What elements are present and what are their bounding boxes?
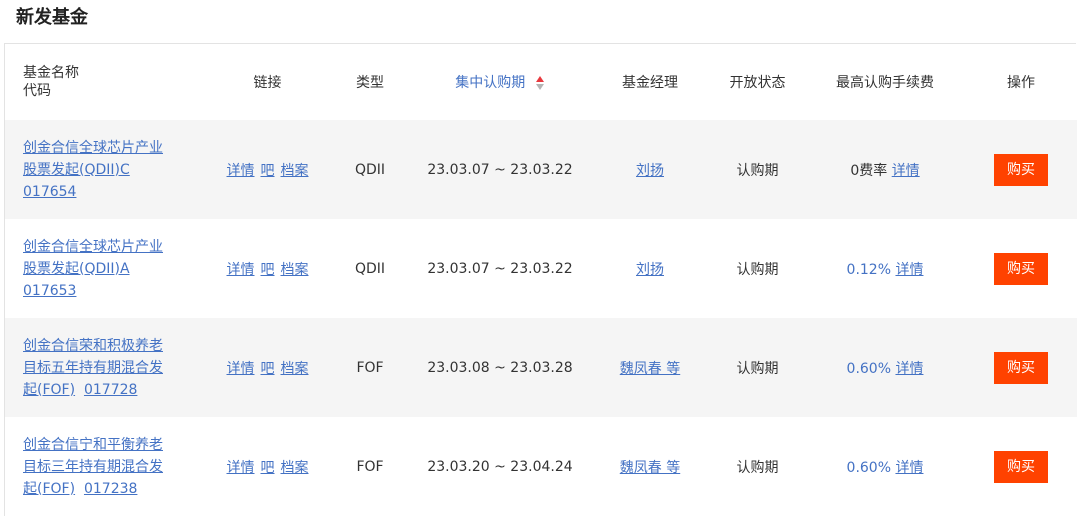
subscription-period: 23.03.07 ~ 23.03.22	[427, 161, 573, 178]
manager-link[interactable]: 魏凤春 等	[620, 361, 680, 377]
buy-button[interactable]: 购买	[994, 351, 1048, 384]
col-header-status: 开放状态	[729, 75, 786, 91]
fee-value: 0.12%	[846, 261, 892, 278]
subscription-period: 23.03.20 ~ 23.04.24	[427, 458, 573, 475]
open-status: 认购期	[736, 459, 779, 476]
fee-details-link[interactable]: 详情	[895, 361, 923, 377]
table-row: 创金合信荣和积极养老 目标五年持有期混合发 起(FOF) 017728 详情吧档案 …	[5, 318, 1077, 417]
table-row: 创金合信全球芯片产业 股票发起(QDII)C 017654 详情吧档案 QDII 2…	[5, 120, 1077, 219]
fund-name-line[interactable]: 股票发起(QDII)C	[23, 162, 130, 178]
fund-links-cell: 详情吧档案	[205, 219, 330, 318]
buy-button[interactable]: 购买	[994, 153, 1048, 186]
table-row: 创金合信全球芯片产业 股票发起(QDII)A 017653 详情吧档案 QDII 2…	[5, 219, 1077, 318]
fund-code[interactable]: 017238	[84, 481, 137, 497]
archive-link[interactable]: 档案	[281, 361, 309, 377]
manager-cell: 刘扬	[590, 120, 710, 219]
details-link[interactable]: 详情	[227, 460, 255, 476]
fee-cell: 0.12% 详情	[805, 219, 965, 318]
manager-link[interactable]: 刘扬	[636, 262, 664, 278]
col-header-links: 链接	[253, 75, 282, 91]
details-link[interactable]: 详情	[227, 163, 255, 179]
col-header-code-label: 代码	[23, 83, 51, 99]
fund-links-cell: 详情吧档案	[205, 417, 330, 516]
fund-name-line[interactable]: 创金合信全球芯片产业	[23, 140, 163, 156]
fund-type: QDII	[354, 161, 386, 178]
subscription-period: 23.03.08 ~ 23.03.28	[427, 359, 573, 376]
fee-details-link[interactable]: 详情	[895, 460, 923, 476]
fee-value: 0.60%	[846, 360, 892, 377]
fund-name-line[interactable]: 目标五年持有期混合发	[23, 360, 163, 376]
col-header-name-label: 基金名称	[23, 65, 79, 81]
open-status: 认购期	[736, 360, 779, 377]
fund-type: FOF	[356, 359, 384, 376]
col-header-type: 类型	[356, 75, 384, 91]
action-cell: 购买	[965, 417, 1077, 516]
fee-value: 0.60%	[846, 459, 892, 476]
manager-cell: 魏凤春 等	[590, 318, 710, 417]
col-header-period-label[interactable]: 集中认购期	[455, 75, 525, 91]
col-header-fee: 最高认购手续费	[836, 75, 934, 91]
fund-name-line[interactable]: 创金合信宁和平衡养老	[23, 437, 163, 453]
manager-cell: 刘扬	[590, 219, 710, 318]
forum-link[interactable]: 吧	[261, 361, 275, 377]
buy-button[interactable]: 购买	[994, 252, 1048, 285]
col-header-period[interactable]: 集中认购期	[410, 44, 590, 120]
table-header-row: 基金名称 代码 链接 类型 集中认购期 基金经理 开放状态 最高认购手续费 操作	[5, 44, 1077, 120]
fund-name-link[interactable]: 创金合信全球芯片产业 股票发起(QDII)A 017653	[23, 239, 163, 299]
fee-cell: 0.60% 详情	[805, 318, 965, 417]
fund-code[interactable]: 017654	[23, 184, 76, 200]
new-funds-table: 基金名称 代码 链接 类型 集中认购期 基金经理 开放状态 最高认购手续费 操作…	[4, 43, 1077, 516]
open-status: 认购期	[736, 162, 779, 179]
forum-link[interactable]: 吧	[261, 262, 275, 278]
fund-type: QDII	[354, 260, 386, 277]
col-header-manager: 基金经理	[622, 75, 678, 91]
fund-links-cell: 详情吧档案	[205, 120, 330, 219]
action-cell: 购买	[965, 219, 1077, 318]
fund-name-line[interactable]: 目标三年持有期混合发	[23, 459, 163, 475]
action-cell: 购买	[965, 318, 1077, 417]
details-link[interactable]: 详情	[227, 262, 255, 278]
buy-button[interactable]: 购买	[994, 450, 1048, 483]
fund-name-line[interactable]: 创金合信全球芯片产业	[23, 239, 163, 255]
fund-code[interactable]: 017728	[84, 382, 137, 398]
archive-link[interactable]: 档案	[281, 460, 309, 476]
manager-link[interactable]: 刘扬	[636, 163, 664, 179]
fund-name-cell: 创金合信宁和平衡养老 目标三年持有期混合发 起(FOF) 017238	[5, 417, 205, 516]
subscription-period: 23.03.07 ~ 23.03.22	[427, 260, 573, 277]
sort-up-down-icon[interactable]	[535, 76, 545, 90]
fund-name-link[interactable]: 创金合信全球芯片产业 股票发起(QDII)C 017654	[23, 140, 163, 200]
fund-name-cell: 创金合信荣和积极养老 目标五年持有期混合发 起(FOF) 017728	[5, 318, 205, 417]
fund-name-line[interactable]: 股票发起(QDII)A	[23, 261, 130, 277]
fund-code[interactable]: 017653	[23, 283, 76, 299]
forum-link[interactable]: 吧	[261, 460, 275, 476]
manager-cell: 魏凤春 等	[590, 417, 710, 516]
fund-name-line[interactable]: 创金合信荣和积极养老	[23, 338, 163, 354]
fee-details-link[interactable]: 详情	[895, 262, 923, 278]
open-status: 认购期	[736, 261, 779, 278]
page-title: 新发基金	[16, 7, 88, 28]
fund-type: FOF	[356, 458, 384, 475]
fund-name-cell: 创金合信全球芯片产业 股票发起(QDII)A 017653	[5, 219, 205, 318]
fee-value: 0费率	[850, 162, 888, 179]
col-header-name: 基金名称 代码	[5, 44, 205, 120]
fund-links-cell: 详情吧档案	[205, 318, 330, 417]
archive-link[interactable]: 档案	[281, 163, 309, 179]
forum-link[interactable]: 吧	[261, 163, 275, 179]
manager-link[interactable]: 魏凤春 等	[620, 460, 680, 476]
fund-name-line[interactable]: 起(FOF)	[23, 481, 75, 497]
action-cell: 购买	[965, 120, 1077, 219]
fee-details-link[interactable]: 详情	[892, 163, 920, 179]
fee-cell: 0.60% 详情	[805, 417, 965, 516]
table-row: 创金合信宁和平衡养老 目标三年持有期混合发 起(FOF) 017238 详情吧档案 …	[5, 417, 1077, 516]
archive-link[interactable]: 档案	[281, 262, 309, 278]
col-header-action: 操作	[1007, 75, 1035, 91]
fund-name-cell: 创金合信全球芯片产业 股票发起(QDII)C 017654	[5, 120, 205, 219]
fee-cell: 0费率 详情	[805, 120, 965, 219]
fund-name-line[interactable]: 起(FOF)	[23, 382, 75, 398]
details-link[interactable]: 详情	[227, 361, 255, 377]
